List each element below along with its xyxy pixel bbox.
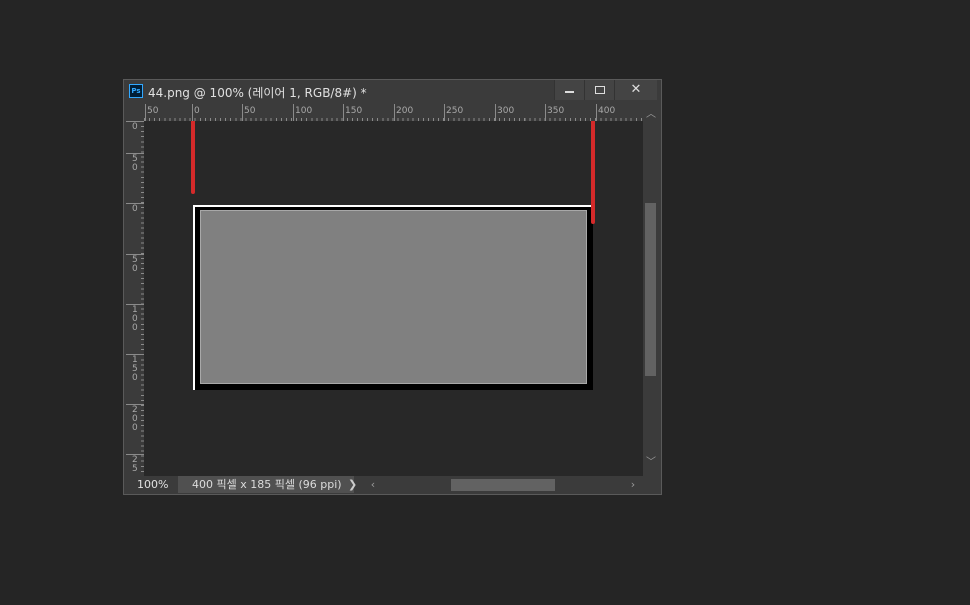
document-info[interactable]: 400 픽셀 x 185 픽셀 (96 ppi) xyxy=(178,476,354,493)
scroll-left-icon[interactable]: ‹ xyxy=(366,476,380,493)
horizontal-ruler[interactable]: 50 0 50 100 150 200 250 300 350 400 xyxy=(144,104,643,121)
zoom-level-field[interactable]: 100% xyxy=(126,476,176,493)
ruler-label: 50 xyxy=(244,106,256,116)
minimize-icon xyxy=(565,90,574,93)
ruler-label: 300 xyxy=(497,106,515,116)
ruler-label: 350 xyxy=(547,106,565,116)
horizontal-scroll-thumb[interactable] xyxy=(451,479,555,491)
scroll-down-icon[interactable]: ﹀ xyxy=(643,456,659,470)
red-marker-left xyxy=(191,121,195,194)
close-icon: ✕ xyxy=(630,82,642,97)
ruler-label: 1 0 0 xyxy=(132,305,138,333)
ruler-label: 5 0 xyxy=(132,154,138,173)
title-bar[interactable]: Ps 44.png @ 100% (레이어 1, RGB/8#) * ✕ xyxy=(124,80,661,104)
ruler-label: 50 xyxy=(147,106,159,116)
ruler-label: 150 xyxy=(345,106,363,116)
ruler-major-tick xyxy=(145,104,146,121)
ruler-major-tick xyxy=(242,104,243,121)
horizontal-scrollbar[interactable]: ‹ › xyxy=(362,476,659,493)
ruler-major-tick xyxy=(495,104,496,121)
ruler-origin[interactable] xyxy=(126,104,144,121)
ruler-major-tick xyxy=(394,104,395,121)
photoshop-icon: Ps xyxy=(129,84,143,98)
artboard-edge-left xyxy=(193,205,195,390)
scroll-up-icon[interactable]: ︿ xyxy=(643,108,659,122)
artboard[interactable] xyxy=(193,205,593,390)
vertical-scrollbar[interactable]: ︿ ﹀ xyxy=(643,104,659,476)
close-button[interactable]: ✕ xyxy=(614,80,657,100)
ruler-major-tick xyxy=(545,104,546,121)
red-marker-right xyxy=(591,121,595,224)
maximize-button[interactable] xyxy=(584,80,614,100)
ruler-major-tick xyxy=(192,104,193,121)
ruler-label: 5 0 xyxy=(132,255,138,274)
vertical-ruler[interactable]: 0 5 0 0 5 0 1 0 0 1 5 0 2 0 0 2 5 xyxy=(126,121,144,476)
ruler-label: 0 xyxy=(132,204,138,214)
ruler-label: 100 xyxy=(295,106,313,116)
document-window[interactable]: Ps 44.png @ 100% (레이어 1, RGB/8#) * ✕ 50 0… xyxy=(123,79,662,495)
ruler-label: 0 xyxy=(132,122,138,132)
status-bar: 100% 400 픽셀 x 185 픽셀 (96 ppi) ❯ ‹ › xyxy=(126,476,659,494)
ruler-label: 1 5 0 xyxy=(132,355,138,383)
maximize-icon xyxy=(594,85,605,94)
gray-rectangle-layer[interactable] xyxy=(200,210,587,384)
scroll-right-icon[interactable]: › xyxy=(626,476,640,493)
ruler-label: 250 xyxy=(446,106,464,116)
ruler-major-tick xyxy=(293,104,294,121)
ruler-label: 400 xyxy=(598,106,616,116)
ruler-label: 2 0 0 xyxy=(132,405,138,433)
chevron-right-icon[interactable]: ❯ xyxy=(348,476,357,493)
canvas-area[interactable] xyxy=(144,121,643,476)
minimize-button[interactable] xyxy=(554,80,584,100)
ruler-label: 200 xyxy=(396,106,414,116)
ruler-label: 2 5 xyxy=(132,455,138,474)
ruler-major-tick xyxy=(596,104,597,121)
vertical-scroll-thumb[interactable] xyxy=(645,203,656,376)
ruler-label: 0 xyxy=(194,106,200,116)
ruler-major-tick xyxy=(444,104,445,121)
ruler-major-tick xyxy=(343,104,344,121)
document-title: 44.png @ 100% (레이어 1, RGB/8#) * xyxy=(148,86,367,100)
artboard-edge-top xyxy=(193,205,593,207)
